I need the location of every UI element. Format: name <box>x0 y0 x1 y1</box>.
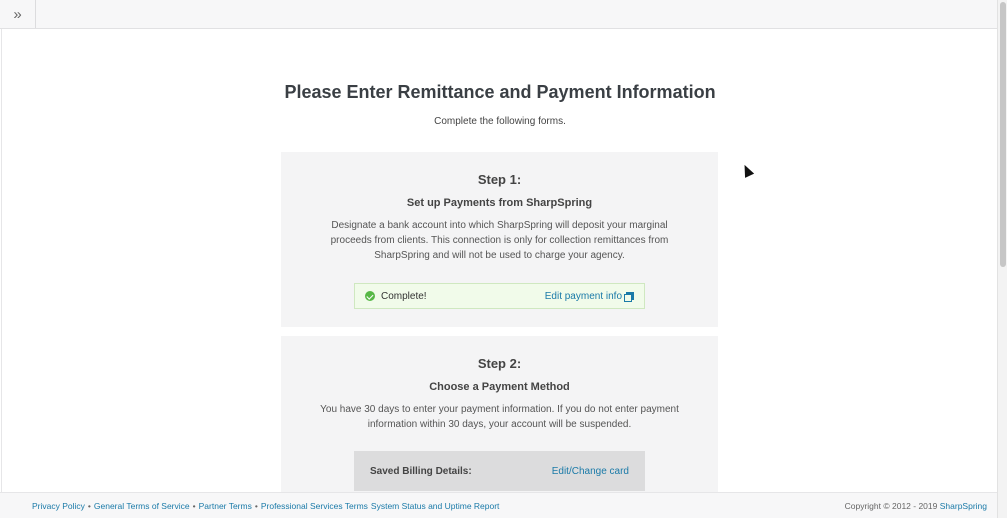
step1-card: Step 1: Set up Payments from SharpSpring… <box>281 152 718 327</box>
general-terms-link[interactable]: General Terms of Service <box>94 501 190 511</box>
professional-services-terms-link[interactable]: Professional Services Terms <box>261 501 368 511</box>
step1-title: Step 1: <box>477 172 522 187</box>
double-chevron-right-icon: » <box>13 5 22 23</box>
step2-description: You have 30 days to enter your payment i… <box>320 404 679 430</box>
footer-separator: • <box>87 500 91 511</box>
scrollbar-thumb[interactable] <box>1000 2 1006 267</box>
step2-heading: Choose a Payment Method <box>429 381 570 393</box>
step2-title: Step 2: <box>477 356 522 371</box>
main-content: Please Enter Remittance and Payment Info… <box>1 29 997 492</box>
saved-billing-details: Saved Billing Details: Edit/Change card <box>354 451 645 491</box>
billing-label: Saved Billing Details: <box>370 465 472 477</box>
sharpspring-link[interactable]: SharpSpring <box>940 501 987 511</box>
page-title: Please Enter Remittance and Payment Info… <box>284 82 716 102</box>
page-subtitle: Complete the following forms. <box>434 116 566 127</box>
step1-heading: Set up Payments from SharpSpring <box>406 197 593 209</box>
footer-links: Privacy Policy • General Terms of Servic… <box>32 501 845 511</box>
copyright: Copyright © 2012 - 2019 SharpSpring <box>845 501 987 511</box>
expand-sidebar-button[interactable]: » <box>0 0 36 28</box>
footer-separator: • <box>192 500 196 511</box>
external-link-icon <box>624 292 634 302</box>
top-toolbar: » <box>0 0 997 29</box>
system-status-link[interactable]: System Status and Uptime Report <box>371 501 500 511</box>
check-circle-icon <box>365 291 375 301</box>
step2-card: Step 2: Choose a Payment Method You have… <box>281 336 718 492</box>
partner-terms-link[interactable]: Partner Terms <box>199 501 252 511</box>
copyright-text: Copyright © 2012 - 2019 <box>844 500 940 511</box>
privacy-policy-link[interactable]: Privacy Policy <box>32 501 85 511</box>
status-text: Complete! <box>381 290 427 302</box>
footer-separator: • <box>254 500 258 511</box>
edit-change-card-link[interactable]: Edit/Change card <box>552 466 629 477</box>
edit-payment-info-label: Edit payment info <box>544 290 622 302</box>
edit-payment-info-link[interactable]: Edit payment info <box>545 291 634 302</box>
footer: Privacy Policy • General Terms of Servic… <box>0 492 997 518</box>
status-banner: Complete! Edit payment info <box>354 283 645 309</box>
step1-description: Designate a bank account into which Shar… <box>330 220 669 261</box>
vertical-scrollbar[interactable] <box>997 0 1007 518</box>
